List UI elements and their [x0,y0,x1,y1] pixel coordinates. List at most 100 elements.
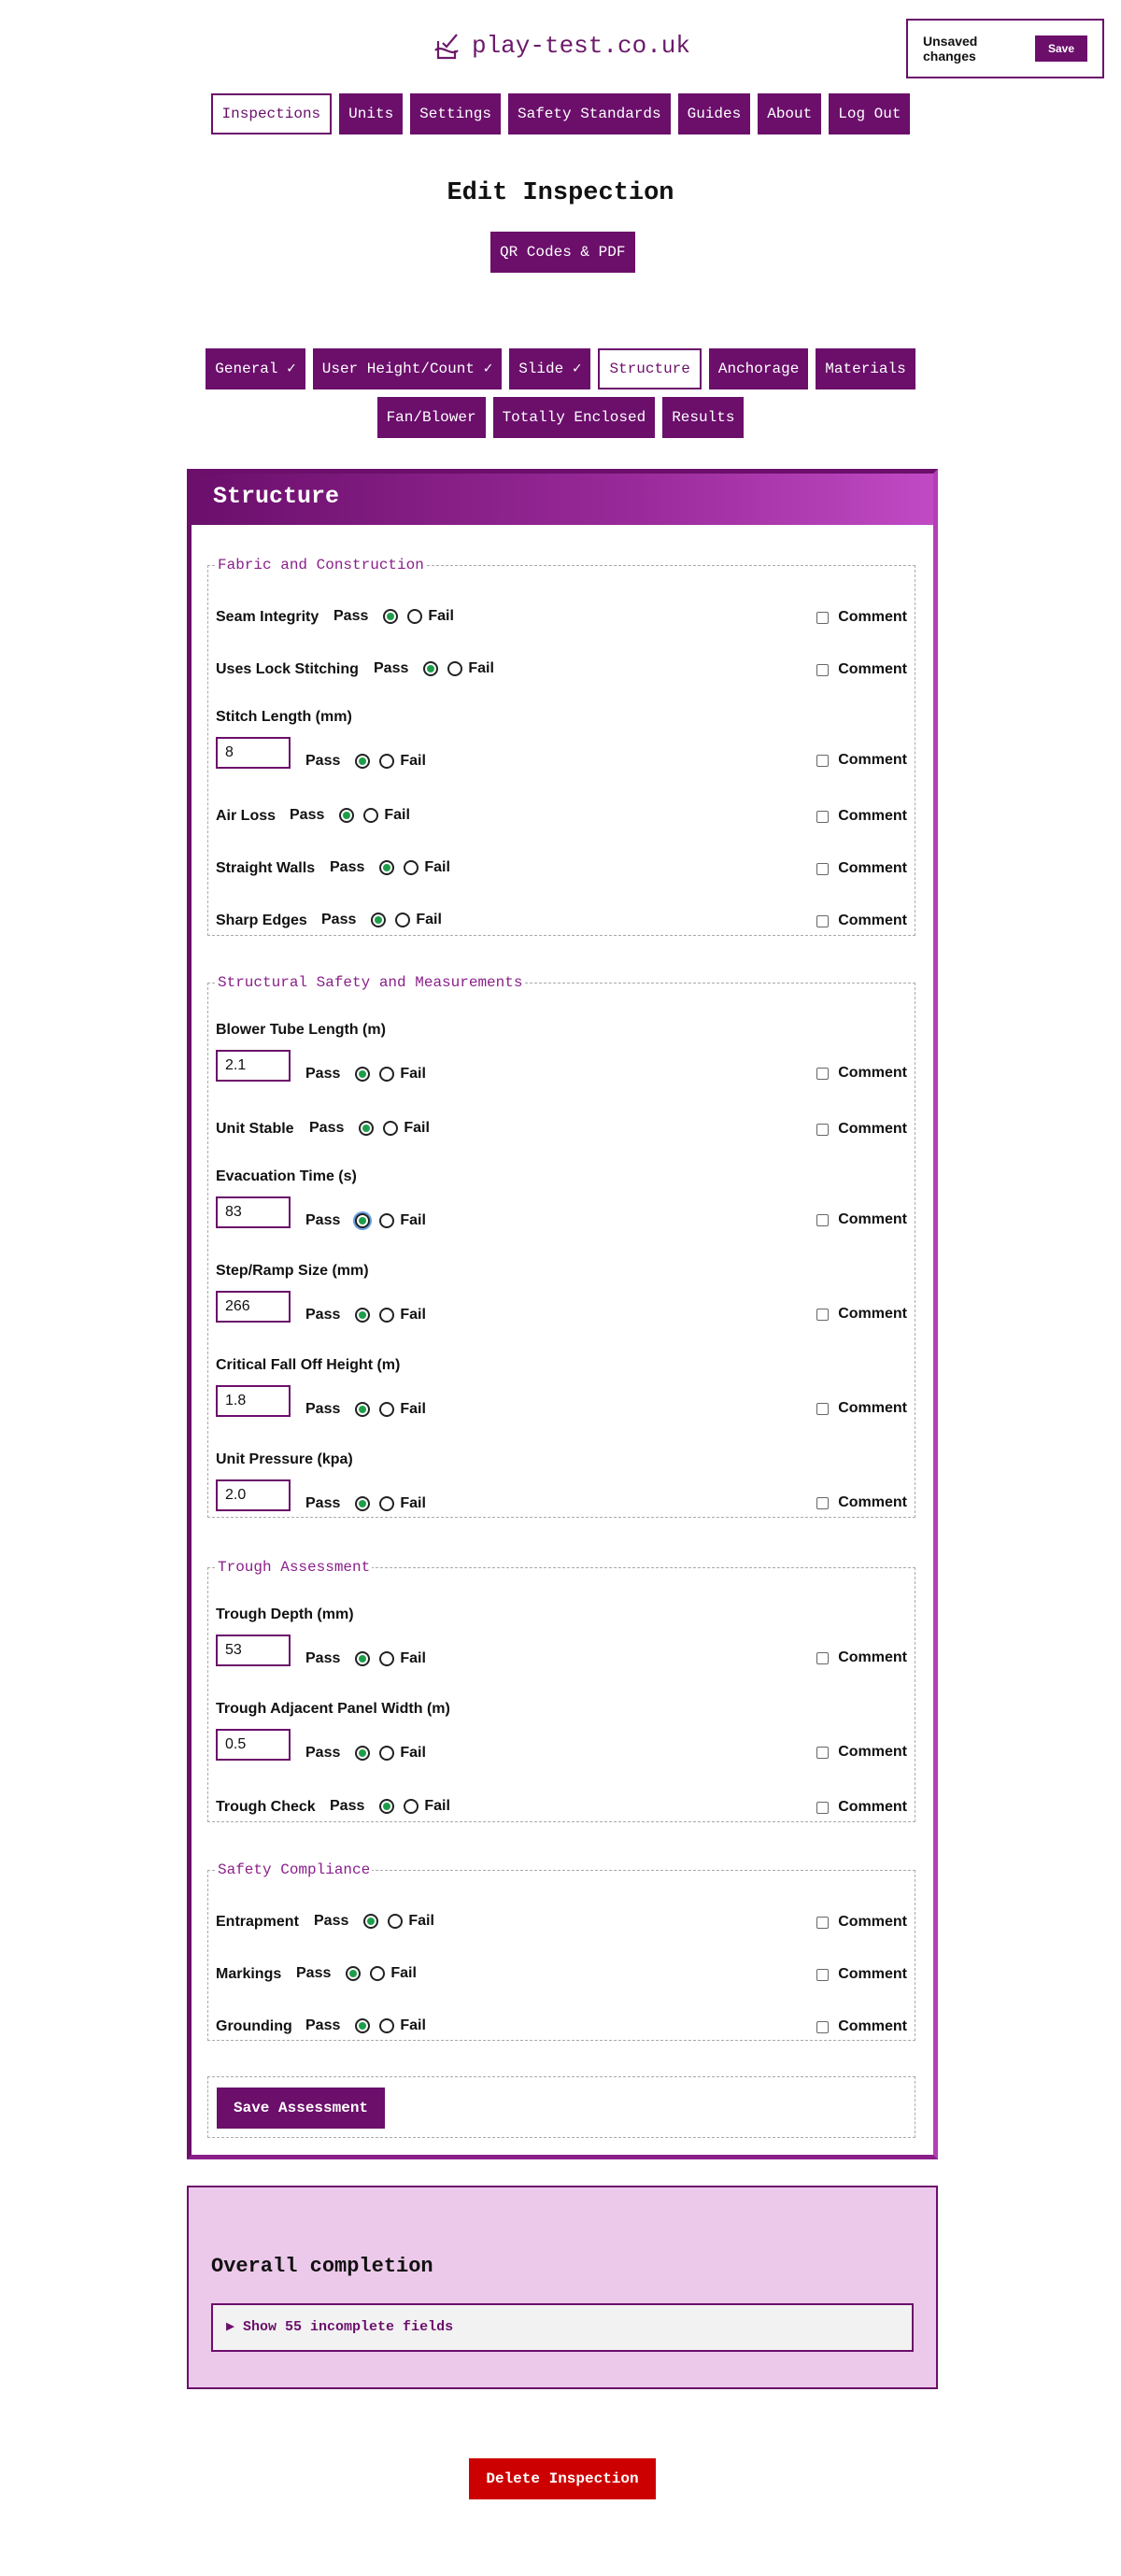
pass-radio[interactable] [355,1651,371,1666]
comment-toggle[interactable]: Comment [816,860,907,877]
comment-toggle[interactable]: Comment [816,1966,907,1983]
tab-results[interactable]: Results [662,397,745,438]
qr-codes-pdf-button[interactable]: QR Codes & PDF [490,232,635,273]
pass-radio[interactable] [383,609,399,624]
fail-radio[interactable] [379,1308,395,1323]
comment-checkbox[interactable] [816,914,830,927]
fail-radio[interactable] [388,1914,404,1929]
comment-toggle[interactable]: Comment [816,661,907,678]
comment-checkbox[interactable] [816,611,830,624]
nav-units[interactable]: Units [339,93,404,134]
comment-checkbox[interactable] [816,754,830,767]
comment-toggle[interactable]: Comment [816,1914,907,1931]
comment-toggle[interactable]: Comment [816,609,907,626]
comment-checkbox[interactable] [816,1402,830,1415]
comment-toggle[interactable]: Comment [816,1649,907,1666]
comment-checkbox[interactable] [816,862,830,875]
comment-toggle[interactable]: Comment [816,1306,907,1323]
incomplete-fields-toggle[interactable]: ▶ Show 55 incomplete fields [211,2303,914,2352]
fail-radio[interactable] [395,913,411,927]
fail-radio[interactable] [447,661,463,676]
delete-inspection-button[interactable]: Delete Inspection [469,2458,656,2499]
fail-radio[interactable] [404,1799,419,1814]
fail-radio[interactable] [407,609,423,624]
critical-fall-off-height-input[interactable]: 1.8 [216,1385,291,1417]
comment-checkbox[interactable] [816,1123,830,1136]
trough-adjacent-panel-width-input[interactable]: 0.5 [216,1729,291,1761]
comment-checkbox[interactable] [816,1067,830,1080]
comment-toggle[interactable]: Comment [816,1211,907,1228]
comment-toggle[interactable]: Comment [816,808,907,825]
pass-radio[interactable] [355,1308,371,1323]
comment-toggle[interactable]: Comment [816,1065,907,1082]
comment-checkbox[interactable] [816,1651,830,1664]
tab-materials[interactable]: Materials [816,348,915,389]
fail-radio[interactable] [404,860,419,875]
comment-toggle[interactable]: Comment [816,2018,907,2035]
comment-checkbox[interactable] [816,2020,830,2033]
nav-about[interactable]: About [758,93,822,134]
stitch-length-input[interactable]: 8 [216,737,291,769]
tab-structure[interactable]: Structure [598,348,702,389]
tab-fan-blower[interactable]: Fan/Blower [376,397,486,438]
fail-radio[interactable] [379,1402,395,1417]
comment-toggle[interactable]: Comment [816,1494,907,1511]
trough-depth-input[interactable]: 53 [216,1635,291,1666]
pass-radio[interactable] [355,1402,371,1417]
pass-radio[interactable] [363,1914,379,1929]
pass-radio[interactable] [355,754,371,769]
pass-radio[interactable] [371,913,387,927]
comment-toggle[interactable]: Comment [816,1799,907,1816]
blower-tube-length-input[interactable]: 2.1 [216,1050,291,1082]
fail-radio[interactable] [379,1746,395,1761]
nav-log-out[interactable]: Log Out [829,93,911,134]
fail-radio[interactable] [379,1651,395,1666]
pass-radio[interactable] [355,1496,371,1511]
comment-checkbox[interactable] [816,1801,830,1814]
nav-settings[interactable]: Settings [410,93,501,134]
pass-radio[interactable] [359,1121,375,1136]
tab-user-height-count[interactable]: User Height/Count ✓ [312,348,503,389]
comment-checkbox[interactable] [816,1213,830,1226]
nav-guides[interactable]: Guides [677,93,751,134]
tab-general[interactable]: General ✓ [206,348,305,389]
tab-slide[interactable]: Slide ✓ [509,348,591,389]
save-assessment-button[interactable]: Save Assessment [217,2088,386,2129]
comment-toggle[interactable]: Comment [816,1400,907,1417]
comment-toggle[interactable]: Comment [816,913,907,929]
comment-checkbox[interactable] [816,810,830,823]
pass-radio[interactable] [355,1067,371,1082]
fail-radio[interactable] [379,1496,395,1511]
comment-checkbox[interactable] [816,663,830,676]
comment-checkbox[interactable] [816,1496,830,1509]
pass-radio[interactable] [379,1799,395,1814]
evacuation-time-input[interactable]: 83 [216,1196,291,1228]
fail-radio[interactable] [383,1121,399,1136]
brand-link[interactable]: play-test.co.uk [431,30,690,62]
fail-radio[interactable] [379,754,395,769]
fail-radio[interactable] [379,1067,395,1082]
tab-anchorage[interactable]: Anchorage [708,348,809,389]
comment-toggle[interactable]: Comment [816,1121,907,1138]
pass-radio[interactable] [346,1966,362,1981]
pass-radio[interactable] [355,1213,371,1228]
comment-checkbox[interactable] [816,1746,830,1759]
tab-totally-enclosed[interactable]: Totally Enclosed [492,397,656,438]
nav-inspections[interactable]: Inspections [210,93,333,134]
comment-checkbox[interactable] [816,1916,830,1929]
pass-radio[interactable] [355,1746,371,1761]
fail-radio[interactable] [379,1213,395,1228]
comment-checkbox[interactable] [816,1308,830,1321]
comment-toggle[interactable]: Comment [816,752,907,769]
nav-safety-standards[interactable]: Safety Standards [507,93,671,134]
unit-pressure-input[interactable]: 2.0 [216,1479,291,1511]
step-ramp-size-input[interactable]: 266 [216,1291,291,1323]
unsaved-save-button[interactable]: Save [1034,35,1087,62]
comment-toggle[interactable]: Comment [816,1744,907,1761]
pass-radio[interactable] [423,661,439,676]
pass-radio[interactable] [339,808,355,823]
pass-radio[interactable] [355,2018,371,2033]
pass-radio[interactable] [379,860,395,875]
fail-radio[interactable] [363,808,379,823]
fail-radio[interactable] [370,1966,386,1981]
